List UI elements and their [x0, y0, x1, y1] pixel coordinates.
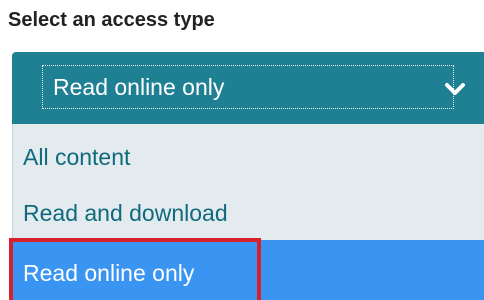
- chevron-down-icon[interactable]: [444, 78, 466, 100]
- option-all-content[interactable]: All content: [13, 124, 484, 180]
- option-label: Read and download: [23, 200, 228, 226]
- option-read-and-download[interactable]: Read and download: [13, 180, 484, 236]
- access-type-select[interactable]: Read online only: [12, 52, 484, 124]
- access-type-options: All content Read and download Read onlin…: [12, 124, 484, 300]
- option-label: All content: [23, 144, 131, 170]
- option-label: Read online only: [23, 260, 195, 286]
- select-current-value: Read online only: [53, 74, 225, 100]
- access-type-panel: Select an access type Read online only A…: [0, 0, 484, 300]
- access-type-label: Select an access type: [8, 9, 215, 31]
- select-focus-ring: Read online only: [42, 65, 454, 109]
- option-read-online-only[interactable]: Read online only: [13, 240, 484, 300]
